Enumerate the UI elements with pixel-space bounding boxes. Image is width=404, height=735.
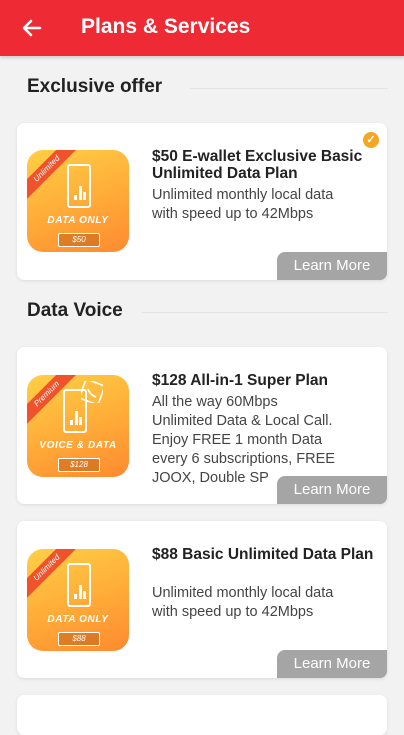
plan-thumb-label: VOICE & DATA (39, 440, 117, 451)
learn-more-button[interactable]: Learn More (277, 650, 387, 678)
plan-thumbnail: Premium VOICE & DATA $128 (27, 375, 129, 477)
learn-more-button[interactable]: Learn More (277, 252, 387, 280)
app-header: Plans & Services (0, 0, 404, 56)
selected-check-icon: ✓ (363, 132, 379, 148)
call-icon (81, 381, 103, 403)
plan-card[interactable] (17, 695, 387, 735)
plan-title: $88 Basic Unlimited Data Plan (152, 546, 374, 563)
section-title-data-voice: Data Voice (27, 300, 123, 321)
plan-thumb-price: $88 (58, 632, 100, 646)
section-divider (142, 312, 388, 313)
section-title-exclusive-offer: Exclusive offer (27, 76, 163, 97)
plan-thumb-price: $50 (58, 233, 100, 247)
plan-card[interactable]: Premium VOICE & DATA $128 $128 All-in-1 … (17, 347, 387, 504)
plan-thumb-label: DATA ONLY (47, 614, 109, 625)
phone-icon (67, 563, 91, 607)
bar-chart-icon (74, 585, 86, 599)
section-divider (190, 88, 388, 89)
phone-icon (67, 164, 91, 208)
plan-title: $128 All-in-1 Super Plan (152, 372, 329, 389)
learn-more-button[interactable]: Learn More (277, 476, 387, 504)
plan-card[interactable]: Unlimited DATA ONLY $88 $88 Basic Unlimi… (17, 521, 387, 678)
plan-thumbnail: Unlimited DATA ONLY $88 (27, 549, 129, 651)
plan-thumbnail: Unlimited DATA ONLY $50 (27, 150, 129, 252)
bar-chart-icon (70, 411, 82, 425)
plan-title: $50 E-wallet Exclusive Basic Unlimited D… (152, 148, 363, 182)
page-title: Plans & Services (81, 15, 251, 38)
plan-description: Unlimited monthly local data with speed … (152, 585, 334, 620)
bar-chart-icon (74, 186, 86, 200)
plan-thumb-price: $128 (58, 458, 100, 472)
arrow-left-icon[interactable] (18, 14, 46, 42)
plan-thumb-label: DATA ONLY (47, 215, 109, 226)
plan-description: Unlimited monthly local data with speed … (152, 187, 334, 222)
plan-card[interactable]: Unlimited DATA ONLY $50 ✓ $50 E-wallet E… (17, 123, 387, 280)
